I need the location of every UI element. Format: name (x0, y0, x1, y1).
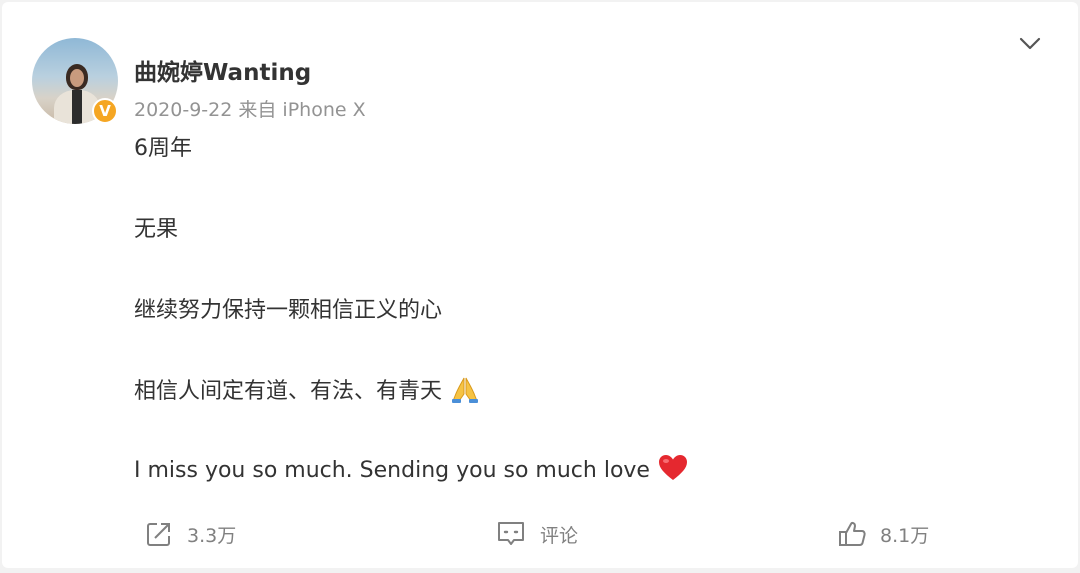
content-line-with-emoji: 相信人间定有道、有法、有青天 (134, 373, 480, 410)
like-count: 8.1万 (880, 524, 930, 547)
like-button[interactable]: 8.1万 (838, 519, 929, 549)
chevron-down-icon[interactable] (1018, 32, 1042, 56)
comment-button[interactable]: 评论 (496, 519, 578, 549)
author-name[interactable]: 曲婉婷Wanting (134, 53, 311, 87)
repost-button[interactable]: 3.3万 (145, 519, 236, 549)
content-text: I miss you so much. Sending you so much … (134, 458, 650, 483)
post-meta: 2020-9-22 来自 iPhone X (134, 99, 366, 121)
content-text: 相信人间定有道、有法、有青天 (134, 379, 443, 404)
thumbs-up-icon (838, 520, 866, 548)
content-line: 继续努力保持一颗相信正义的心 (134, 298, 443, 323)
content-line: 无果 (134, 217, 179, 242)
content-line: 6周年 (134, 136, 192, 161)
weibo-post-card: V 曲婉婷Wanting 2020-9-22 来自 iPhone X 6周年 无… (2, 2, 1078, 568)
verified-badge-icon: V (92, 98, 118, 124)
red-heart-emoji-icon (658, 454, 688, 488)
repost-count: 3.3万 (187, 524, 237, 547)
comment-icon (496, 520, 526, 548)
repost-icon (145, 520, 173, 548)
comment-label: 评论 (540, 524, 579, 547)
folded-hands-emoji-icon (450, 374, 480, 410)
avatar[interactable]: V (32, 38, 118, 124)
content-line-with-emoji: I miss you so much. Sending you so much … (134, 454, 688, 488)
